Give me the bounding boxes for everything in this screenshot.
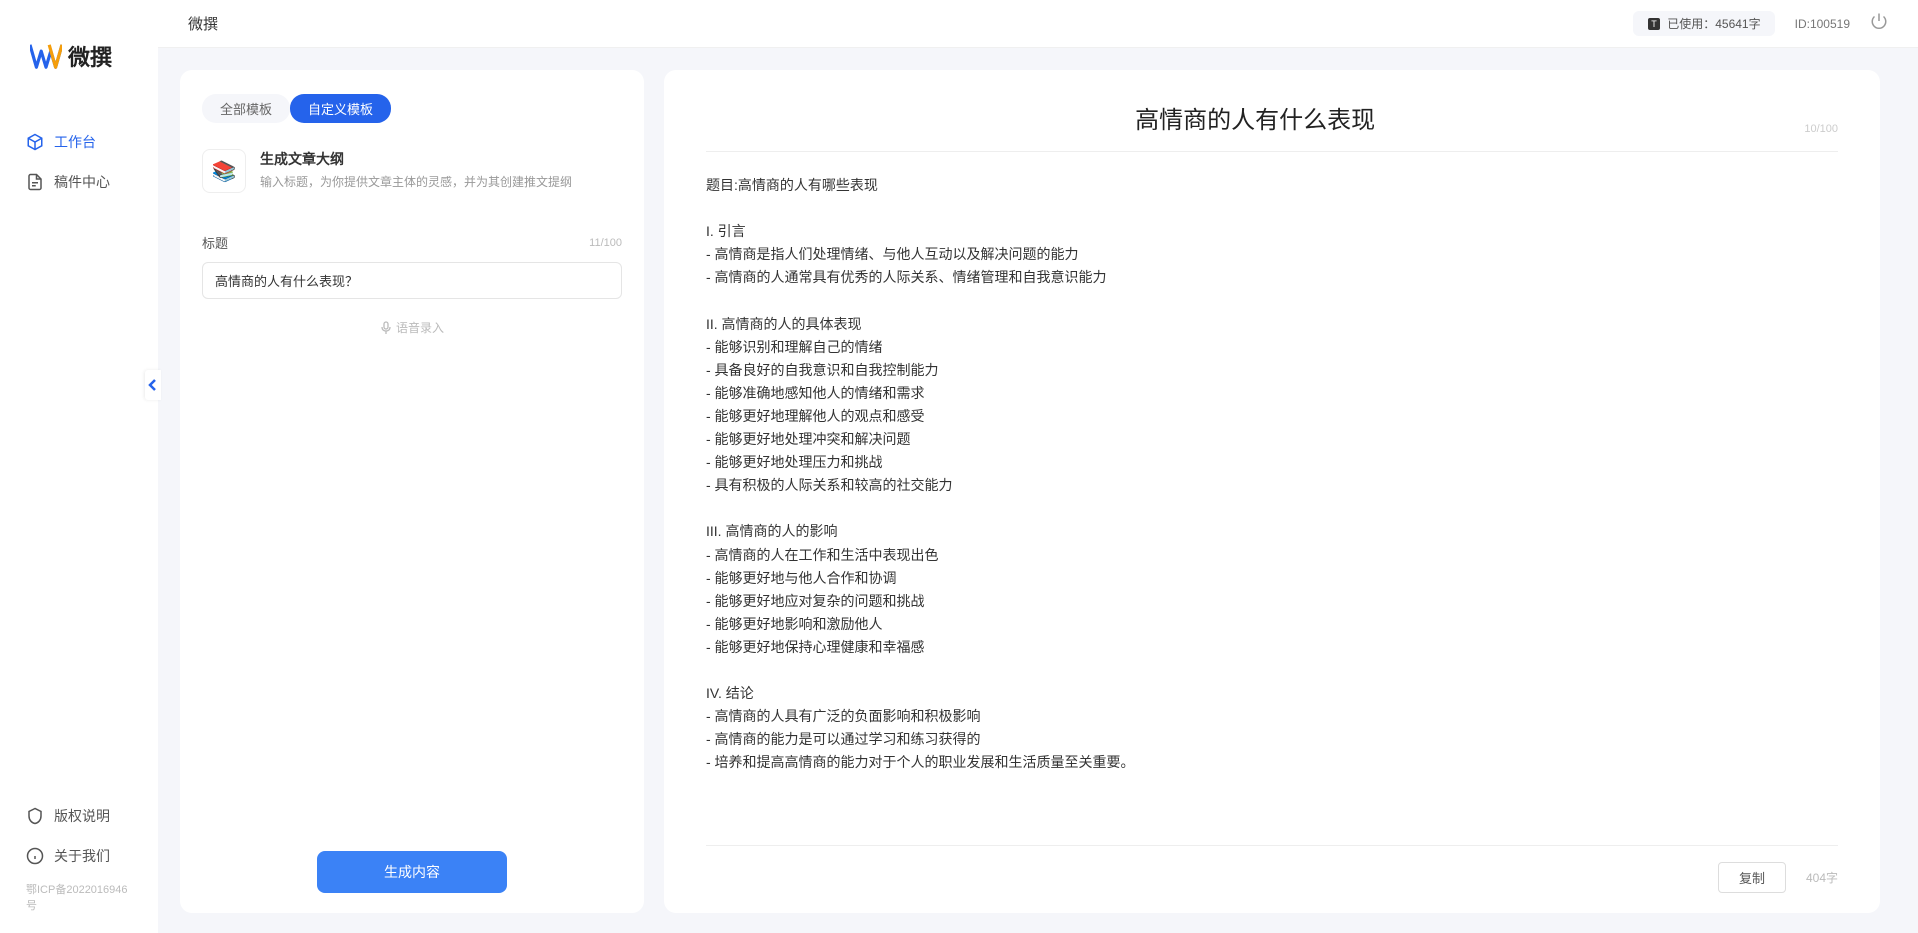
document-icon (26, 173, 44, 191)
title-input[interactable] (202, 262, 622, 299)
tab-custom-templates[interactable]: 自定义模板 (290, 94, 391, 123)
sidebar-collapse-handle[interactable] (145, 370, 161, 400)
function-title: 生成文章大纲 (260, 149, 572, 169)
copy-button[interactable]: 复制 (1718, 862, 1786, 893)
logo-icon (30, 42, 62, 70)
page-title: 微撰 (188, 13, 218, 34)
usage-text: 已使用：45641字 (1667, 15, 1760, 32)
output-body: 题目:高情商的人有哪些表现 I. 引言 - 高情商是指人们处理情绪、与他人互动以… (706, 174, 1838, 835)
cube-icon (26, 133, 44, 151)
power-icon[interactable] (1870, 12, 1888, 35)
word-count: 404字 (1806, 869, 1838, 886)
output-header-count: 10/100 (1804, 123, 1838, 135)
info-icon (26, 847, 44, 865)
nav-item-label: 关于我们 (54, 846, 110, 866)
template-tabs: 全部模板 自定义模板 (202, 94, 622, 123)
char-count: 11/100 (589, 237, 622, 249)
books-icon: 📚 (202, 149, 246, 193)
nav-item-label: 工作台 (54, 132, 96, 152)
user-id: ID:100519 (1795, 17, 1850, 31)
sidebar-bottom: 版权说明 关于我们 鄂ICP备2022016946号 (0, 786, 158, 933)
icp-text: 鄂ICP备2022016946号 (0, 876, 158, 923)
output-footer: 复制 404字 (706, 845, 1838, 893)
content-area: 全部模板 自定义模板 📚 生成文章大纲 输入标题，为你提供文章主体的灵感，并为其… (158, 48, 1918, 933)
function-card: 📚 生成文章大纲 输入标题，为你提供文章主体的灵感，并为其创建推文提纲 (202, 149, 622, 193)
nav-item-label: 版权说明 (54, 806, 110, 826)
voice-input-button[interactable]: 语音录入 (202, 319, 622, 336)
nav-item-copyright[interactable]: 版权说明 (0, 796, 158, 836)
nav-menu: 工作台 稿件中心 (0, 92, 158, 232)
shield-icon (26, 807, 44, 825)
field-label-text: 标题 (202, 233, 228, 252)
nav-item-workbench[interactable]: 工作台 (0, 122, 158, 162)
output-header: 高情商的人有什么表现 10/100 (706, 100, 1838, 152)
svg-text:T: T (1651, 19, 1657, 29)
brand-logo: 微撰 (0, 0, 158, 92)
text-icon: T (1647, 17, 1661, 31)
output-title: 高情商的人有什么表现 (706, 100, 1804, 135)
brand-name: 微撰 (68, 40, 112, 72)
nav-item-label: 稿件中心 (54, 172, 110, 192)
right-panel: 高情商的人有什么表现 10/100 题目:高情商的人有哪些表现 I. 引言 - … (664, 70, 1880, 913)
left-panel: 全部模板 自定义模板 📚 生成文章大纲 输入标题，为你提供文章主体的灵感，并为其… (180, 70, 644, 913)
sidebar: 微撰 工作台 稿件中心 版权说明 关于我们 鄂ICP备2022016946号 (0, 0, 158, 933)
nav-item-drafts[interactable]: 稿件中心 (0, 162, 158, 202)
usage-badge: T 已使用：45641字 (1633, 11, 1774, 36)
chevron-left-icon (148, 378, 158, 392)
top-header: 微撰 T 已使用：45641字 ID:100519 (158, 0, 1918, 48)
title-field-label-row: 标题 11/100 (202, 233, 622, 252)
voice-input-label: 语音录入 (396, 319, 444, 336)
mic-icon (380, 321, 392, 335)
main-area: 微撰 T 已使用：45641字 ID:100519 全部模板 自定义模板 📚 生… (158, 0, 1918, 933)
nav-item-about[interactable]: 关于我们 (0, 836, 158, 876)
function-desc: 输入标题，为你提供文章主体的灵感，并为其创建推文提纲 (260, 173, 572, 190)
generate-button[interactable]: 生成内容 (317, 851, 507, 893)
tab-all-templates[interactable]: 全部模板 (202, 94, 290, 123)
